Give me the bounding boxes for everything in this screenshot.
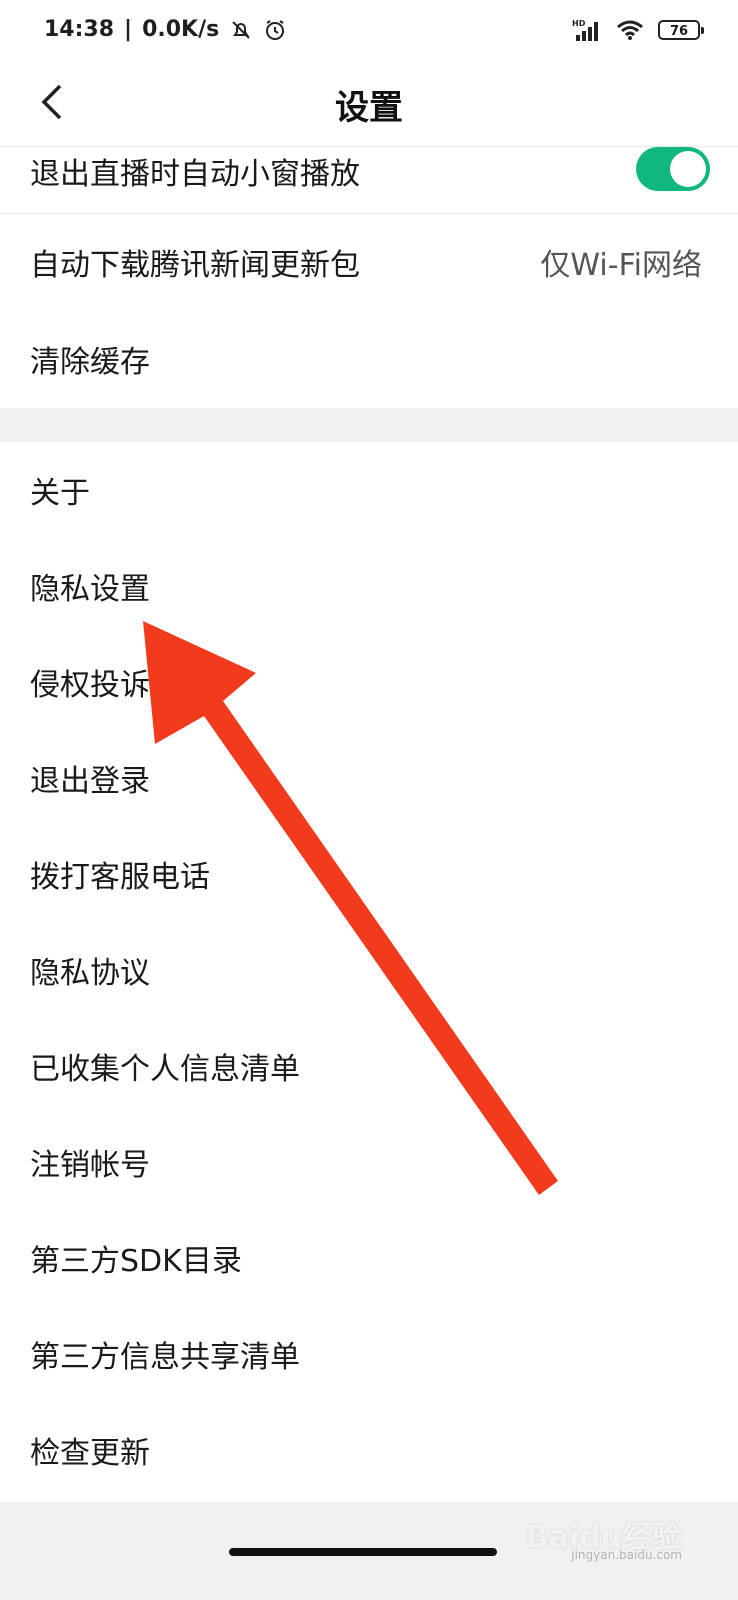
row-label: 第三方信息共享清单 bbox=[30, 1340, 300, 1375]
row-privacy-settings[interactable]: 隐私设置 bbox=[0, 538, 738, 634]
row-label: 清除缓存 bbox=[30, 344, 150, 380]
row-about[interactable]: 关于 bbox=[0, 442, 738, 538]
settings-group-account: 关于 隐私设置 侵权投诉 退出登录 拨打客服电话 隐私协议 已收集个人信息清单 … bbox=[0, 442, 738, 1502]
row-label: 退出登录 bbox=[30, 764, 150, 799]
row-label: 检查更新 bbox=[30, 1436, 150, 1471]
status-right: HD 76 bbox=[572, 18, 704, 42]
row-auto-mini-window[interactable]: 退出直播时自动小窗播放 bbox=[0, 147, 738, 213]
row-label: 侵权投诉 bbox=[30, 668, 150, 703]
row-infringement-complaint[interactable]: 侵权投诉 bbox=[0, 634, 738, 730]
row-value: 仅Wi-Fi网络 bbox=[540, 247, 702, 283]
settings-group-general: 退出直播时自动小窗播放 自动下载腾讯新闻更新包 仅Wi-Fi网络 清除缓存 bbox=[0, 147, 738, 408]
wifi-icon bbox=[617, 20, 643, 40]
mini-window-toggle[interactable] bbox=[636, 147, 710, 191]
app-header: 设置 bbox=[0, 62, 738, 147]
row-third-party-sdk[interactable]: 第三方SDK目录 bbox=[0, 1210, 738, 1306]
mute-bell-icon bbox=[232, 20, 250, 39]
row-label: 隐私设置 bbox=[30, 572, 150, 607]
baidu-watermark-url: jingyan.baidu.com bbox=[571, 1548, 682, 1562]
row-label: 自动下载腾讯新闻更新包 bbox=[30, 247, 360, 283]
battery-indicator: 76 bbox=[658, 20, 704, 40]
row-label: 关于 bbox=[30, 476, 90, 511]
row-check-update[interactable]: 检查更新 bbox=[0, 1402, 738, 1498]
toggle-knob bbox=[670, 151, 706, 187]
alarm-icon bbox=[266, 19, 285, 40]
row-label: 已收集个人信息清单 bbox=[30, 1052, 300, 1087]
row-label: 隐私协议 bbox=[30, 956, 150, 991]
row-label: 注销帐号 bbox=[30, 1148, 150, 1183]
page-title: 设置 bbox=[335, 88, 403, 128]
row-call-support[interactable]: 拨打客服电话 bbox=[0, 826, 738, 922]
row-clear-cache[interactable]: 清除缓存 bbox=[0, 310, 738, 407]
status-bar: 14:38 | 0.0K/s HD 76 bbox=[0, 0, 738, 62]
row-third-party-sharing[interactable]: 第三方信息共享清单 bbox=[0, 1306, 738, 1402]
network-speed: 0.0K/s bbox=[142, 17, 220, 42]
row-delete-account[interactable]: 注销帐号 bbox=[0, 1114, 738, 1210]
status-time: 14:38 bbox=[44, 17, 115, 42]
row-privacy-policy[interactable]: 隐私协议 bbox=[0, 922, 738, 1018]
hd-label: HD bbox=[572, 19, 586, 28]
row-label: 拨打客服电话 bbox=[30, 860, 210, 895]
row-label: 第三方SDK目录 bbox=[30, 1244, 242, 1279]
row-label: 退出直播时自动小窗播放 bbox=[30, 157, 360, 192]
row-logout[interactable]: 退出登录 bbox=[0, 730, 738, 826]
home-indicator[interactable] bbox=[229, 1548, 497, 1556]
status-separator: | bbox=[124, 17, 133, 42]
hd-signal-icon: HD bbox=[572, 19, 598, 41]
row-collected-info-list[interactable]: 已收集个人信息清单 bbox=[0, 1018, 738, 1114]
status-left: 14:38 | 0.0K/s bbox=[44, 17, 287, 42]
row-auto-download-update[interactable]: 自动下载腾讯新闻更新包 仅Wi-Fi网络 bbox=[0, 213, 738, 310]
